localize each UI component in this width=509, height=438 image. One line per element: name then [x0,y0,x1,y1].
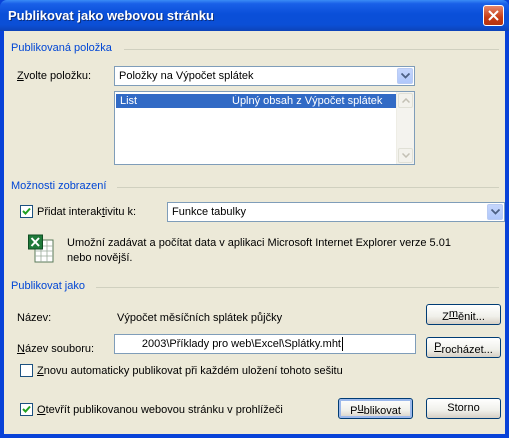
dialog-window: Publikovat jako webovou stránku Publikov… [0,0,509,438]
filename-label: Název souboru: [17,343,95,355]
interactivity-value: Funkce tabulky [172,206,246,218]
title-bar[interactable]: Publikovat jako webovou stránku [0,0,509,31]
interactivity-description-line2: nebo novější. [67,252,133,264]
list-item[interactable]: List Úplný obsah z Výpočet splátek [116,94,397,108]
group-divider [124,49,499,50]
window-title: Publikovat jako webovou stránku [8,8,214,23]
checkmark-icon [22,207,31,215]
checkmark-icon [22,405,31,413]
chevron-down-icon [402,153,410,158]
change-title-button-label: Změnit... [442,308,485,323]
excel-icon [28,234,54,263]
cancel-button[interactable]: Storno [426,398,501,419]
auto-republish-checkbox[interactable] [20,364,33,377]
close-icon [488,10,499,21]
group-label-published: Publikovaná položka [11,42,112,54]
add-interactivity-label[interactable]: Přidat interaktivitu k: [37,206,136,218]
publish-button-label: Publikovat [350,402,401,417]
name-value: Výpočet měsíčních splátek půjčky [117,312,283,324]
group-divider [96,287,499,288]
list-item-description: Úplný obsah z Výpočet splátek [232,95,383,107]
chevron-down-icon [491,209,500,215]
list-item-name: List [120,95,138,107]
list-scrollbar[interactable] [396,92,414,164]
close-button[interactable] [483,5,504,26]
choose-item-dropdown[interactable]: Položky na Výpočet splátek [114,66,415,86]
text-caret [342,337,343,351]
filename-value: 2003\Příklady pro web\Excel\Splátky.mht [141,338,341,350]
dropdown-button[interactable] [487,204,503,220]
add-interactivity-checkbox[interactable] [20,205,33,218]
auto-republish-label[interactable]: Znovu automaticky publikovat při každém … [37,365,343,377]
interactivity-description-line1: Umožní zadávat a počítat data v aplikaci… [67,237,451,249]
group-label-publish-as: Publikovat jako [11,280,85,292]
scroll-up-button[interactable] [398,93,413,108]
dialog-body: Publikovaná položka Zvolte položku: Polo… [4,31,505,434]
open-in-browser-checkbox[interactable] [20,403,33,416]
browse-button[interactable]: Procházet... [426,337,501,358]
browse-button-label: Procházet... [434,341,493,356]
change-title-button[interactable]: Změnit... [426,304,501,325]
publish-button[interactable]: Publikovat [338,398,413,419]
chevron-down-icon [401,73,410,79]
choose-item-value: Položky na Výpočet splátek [119,70,254,82]
group-divider [117,187,499,188]
scroll-down-button[interactable] [398,148,413,163]
cancel-button-label: Storno [447,402,480,414]
published-items-list[interactable]: List Úplný obsah z Výpočet splátek [114,91,415,165]
chevron-up-icon [402,98,410,103]
interactivity-dropdown[interactable]: Funkce tabulky [167,202,505,222]
filename-input[interactable]: 2003\Příklady pro web\Excel\Splátky.mht [114,334,416,354]
name-label: Název: [17,312,52,324]
open-in-browser-label[interactable]: Otevřít publikovanou webovou stránku v p… [37,404,283,416]
choose-item-label: Zvolte položku: [17,70,91,82]
dropdown-button[interactable] [397,68,413,84]
group-label-display: Možnosti zobrazení [11,180,107,192]
